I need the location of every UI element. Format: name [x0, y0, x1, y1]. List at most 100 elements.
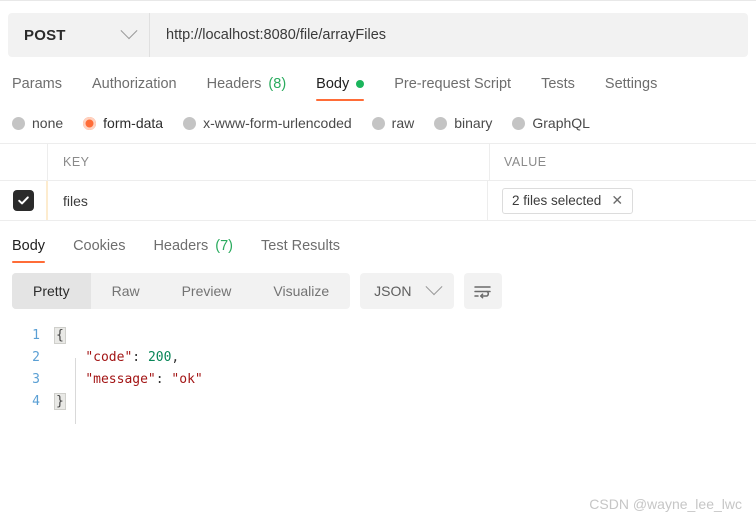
watermark: CSDN @wayne_lee_lwc — [589, 496, 742, 512]
view-mode-preview[interactable]: Preview — [161, 273, 253, 309]
radio-raw-icon — [371, 116, 385, 130]
radio-x-www-form-urlencoded-label: x-www-form-urlencoded — [203, 115, 352, 131]
tab-authorization-label: Authorization — [91, 76, 177, 92]
radio-graphql-icon — [512, 116, 526, 130]
code-line: 2 "code": 200, — [0, 347, 756, 369]
word-wrap-toggle-button[interactable] — [463, 273, 502, 309]
tab-params[interactable]: Params — [12, 76, 62, 101]
response-tab-body[interactable]: Body — [12, 238, 46, 263]
response-tab-headers-label: Headers — [153, 238, 209, 254]
response-tabs: Body Cookies Headers (7) Test Results — [0, 221, 756, 263]
view-mode-pretty-label: Pretty — [33, 283, 70, 299]
json-number: 200 — [147, 350, 172, 365]
body-modified-dot-icon — [356, 80, 365, 88]
radio-x-www-form-urlencoded-icon — [183, 116, 197, 130]
fold-brace-close[interactable]: } — [54, 393, 66, 410]
code-line: 4 } — [0, 391, 756, 413]
response-body-code-viewer[interactable]: 1 { 2 "code": 200, 3 "message": "ok" 4 } — [0, 319, 756, 424]
response-format-select[interactable]: JSON — [360, 273, 454, 309]
response-tab-headers-count: (7) — [215, 238, 233, 254]
url-value: http://localhost:8080/file/arrayFiles — [166, 27, 387, 43]
view-mode-raw[interactable]: Raw — [91, 273, 161, 309]
response-tab-body-label: Body — [12, 238, 46, 254]
file-selection-chip: 2 files selected ✕ — [502, 187, 634, 214]
response-tab-test-results[interactable]: Test Results — [261, 238, 340, 263]
fold-brace-open[interactable]: { — [54, 327, 66, 344]
json-key: "code" — [85, 350, 133, 365]
response-tab-cookies[interactable]: Cookies — [73, 238, 125, 263]
header-value-cell: VALUE — [490, 155, 756, 169]
tab-pre-request-script[interactable]: Pre-request Script — [394, 76, 511, 101]
radio-graphql-label: GraphQL — [532, 115, 590, 131]
view-mode-visualize-label: Visualize — [273, 283, 330, 299]
json-string: "ok" — [171, 372, 203, 387]
radio-raw[interactable]: raw — [371, 115, 415, 131]
clear-files-close-icon[interactable]: ✕ — [611, 193, 623, 207]
radio-binary[interactable]: binary — [434, 115, 492, 131]
response-view-mode-group: Pretty Raw Preview Visualize — [12, 273, 351, 309]
radio-x-www-form-urlencoded[interactable]: x-www-form-urlencoded — [183, 115, 352, 131]
row-checkbox-cell — [0, 181, 48, 220]
radio-form-data-icon — [83, 116, 97, 130]
line-content: "message": "ok" — [54, 369, 203, 391]
radio-none-label: none — [32, 115, 64, 131]
tab-body[interactable]: Body — [316, 76, 365, 101]
url-input[interactable]: http://localhost:8080/file/arrayFiles — [150, 13, 748, 57]
row-enabled-checkbox[interactable] — [13, 190, 34, 211]
json-colon: : — [155, 372, 172, 387]
row-key-cell[interactable]: files — [46, 181, 488, 220]
radio-binary-label: binary — [454, 115, 493, 131]
line-number: 3 — [32, 372, 40, 387]
line-content: "code": 200, — [54, 347, 179, 369]
json-comma: , — [171, 350, 180, 365]
view-mode-pretty[interactable]: Pretty — [12, 273, 91, 309]
line-number: 4 — [32, 394, 40, 409]
chevron-down-icon — [120, 22, 138, 40]
radio-none[interactable]: none — [12, 115, 63, 131]
row-key-value: files — [63, 192, 88, 209]
tab-authorization[interactable]: Authorization — [92, 76, 177, 101]
word-wrap-icon — [474, 285, 491, 298]
json-key: "message" — [85, 372, 156, 387]
tab-tests-label: Tests — [541, 76, 575, 92]
form-data-table-header: KEY VALUE — [0, 143, 756, 181]
radio-raw-label: raw — [391, 115, 415, 131]
response-tab-headers[interactable]: Headers (7) — [153, 238, 233, 263]
tab-body-label: Body — [316, 76, 350, 92]
header-key-cell: KEY — [48, 144, 490, 180]
json-colon: : — [132, 350, 148, 365]
tab-headers[interactable]: Headers (8) — [207, 76, 287, 101]
response-format-label: JSON — [374, 283, 412, 299]
header-key-label: KEY — [63, 155, 90, 169]
radio-binary-icon — [434, 116, 448, 130]
table-row: files 2 files selected ✕ — [0, 181, 756, 221]
tab-tests[interactable]: Tests — [541, 76, 575, 101]
line-content: } — [54, 391, 66, 413]
view-mode-raw-label: Raw — [111, 283, 140, 299]
tab-settings[interactable]: Settings — [605, 76, 657, 101]
http-method-select[interactable]: POST — [8, 13, 150, 57]
tab-headers-label: Headers — [206, 76, 262, 92]
radio-form-data[interactable]: form-data — [83, 115, 163, 131]
line-content: { — [54, 325, 66, 347]
tab-pre-request-script-label: Pre-request Script — [394, 76, 512, 92]
radio-none-icon — [12, 116, 25, 130]
response-view-toolbar: Pretty Raw Preview Visualize JSON — [0, 263, 756, 319]
view-mode-preview-label: Preview — [181, 283, 232, 299]
request-url-bar: POST http://localhost:8080/file/arrayFil… — [8, 13, 748, 57]
radio-form-data-label: form-data — [103, 115, 164, 131]
body-type-radio-group: none form-data x-www-form-urlencoded raw… — [0, 101, 756, 143]
radio-graphql[interactable]: GraphQL — [512, 115, 590, 131]
line-number: 1 — [32, 328, 40, 343]
line-number: 2 — [32, 350, 40, 365]
chevron-down-icon — [425, 278, 443, 296]
response-tab-cookies-label: Cookies — [73, 238, 126, 254]
view-mode-visualize[interactable]: Visualize — [252, 273, 350, 309]
top-divider — [0, 0, 756, 1]
request-tabs: Params Authorization Headers (8) Body Pr… — [0, 57, 756, 101]
tab-params-label: Params — [12, 76, 62, 92]
row-value-cell: 2 files selected ✕ — [488, 187, 756, 214]
header-checkbox-cell — [0, 144, 48, 180]
postman-request-response-panel: POST http://localhost:8080/file/arrayFil… — [0, 0, 756, 526]
code-line: 1 { — [0, 325, 756, 347]
